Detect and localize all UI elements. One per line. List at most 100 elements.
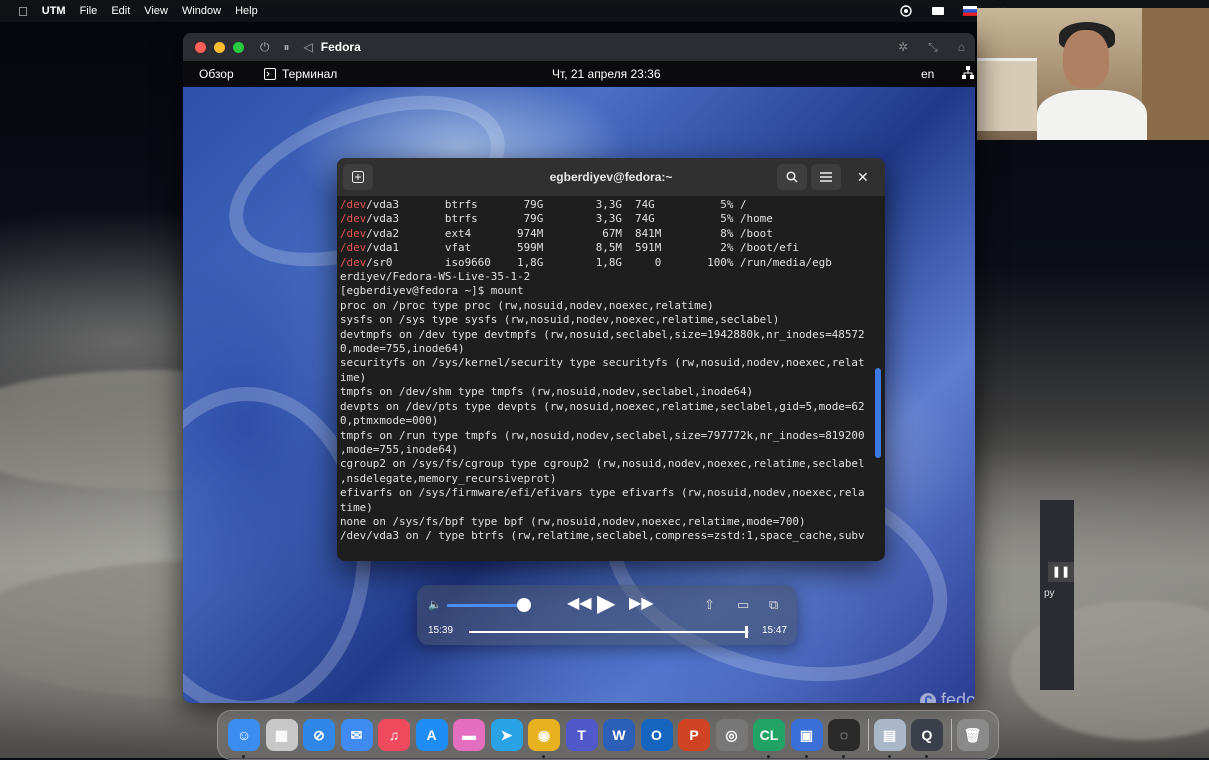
dock-music-icon[interactable]: ♫ (378, 719, 410, 751)
menu-app-name[interactable]: UTM (42, 5, 66, 17)
dock-mail-icon[interactable]: ✉ (340, 719, 373, 751)
elapsed-time: 15:39 (428, 625, 454, 636)
pause-icon[interactable]: ❚❚ (1048, 562, 1074, 582)
terminal-line-text: devtmpfs on /dev type devtmpfs (rw,nosui… (340, 327, 865, 341)
terminal-line-text: /vda3 btrfs 79G 3,3G 74G 5% / (366, 198, 747, 211)
terminal-line-text: sysfs on /sys type sysfs (rw,nosuid,node… (340, 313, 780, 327)
keyboard-layout-flag-icon[interactable] (963, 5, 977, 17)
progress-fill (469, 631, 747, 633)
menu-edit[interactable]: Edit (111, 5, 130, 17)
terminal-line-text: efivarfs on /sys/firmware/efi/efivars ty… (340, 486, 865, 500)
dock-obs-icon[interactable]: ◌ (828, 719, 860, 751)
minimize-window-button[interactable] (214, 41, 225, 53)
webcam-overlay (977, 8, 1209, 140)
play-icon[interactable]: ▶ (597, 589, 615, 618)
close-icon[interactable]: ✕ (857, 169, 869, 186)
terminal-line: none on /sys/fs/bpf type bpf (rw,nosuid,… (340, 515, 870, 529)
terminal-line-text: none on /sys/fs/bpf type bpf (rw,nosuid,… (340, 514, 806, 528)
screen-record-icon[interactable] (931, 5, 945, 17)
fedora-logo-icon (920, 692, 936, 703)
picture-in-picture-icon[interactable]: ⧉ (769, 597, 778, 613)
close-window-button[interactable] (195, 41, 206, 53)
language-indicator[interactable]: en (921, 67, 934, 81)
hamburger-icon (820, 172, 832, 182)
volume-icon[interactable]: 🔈 (428, 598, 442, 611)
dock-finder-icon[interactable]: ☺ (228, 719, 260, 751)
background-window: ❚❚ ру (1040, 500, 1074, 690)
terminal-line-device-prefix: /dev (340, 255, 367, 269)
back-icon[interactable]: ◁ (304, 40, 313, 54)
terminal-line-text: 0,mode=755,inode64) (340, 342, 465, 356)
dock-app-store-icon[interactable]: A (415, 719, 448, 751)
terminal-output[interactable]: /dev/vda3 btrfs 79G 3,3G 74G 5% / /dev/vd… (340, 198, 870, 560)
terminal-line-text: /vda1 vfat 599M 8,5M 591M 2% /boot/efi (366, 241, 799, 255)
display-settings-icon[interactable]: ✲ (898, 40, 908, 54)
volume-knob[interactable] (517, 598, 531, 612)
menu-view[interactable]: View (144, 5, 168, 17)
dock-word-icon[interactable]: W (603, 719, 635, 751)
utm-titlebar[interactable]: ⏻ ⏸ ◁ Fedora ✲ ⤡ ⌂ (183, 33, 975, 61)
terminal-line: devtmpfs on /dev type devtmpfs (rw,nosui… (340, 328, 870, 342)
terminal-line: /dev/sr0 iso9660 1,8G 1,8G 0 100% /run/m… (340, 256, 870, 270)
dock-quicktime-icon[interactable]: Q (911, 719, 943, 751)
menu-window[interactable]: Window (182, 5, 221, 17)
terminal-line: /dev/vda1 vfat 599M 8,5M 591M 2% /boot/e… (340, 241, 870, 255)
terminal-line-text: ,mode=755,inode64) (340, 442, 459, 456)
gnome-top-bar: Обзор Терминал Чт, 21 апреля 23:36 en (183, 61, 975, 87)
terminal-line-text: 0,ptmxmode=000) (340, 414, 439, 428)
drive-icon[interactable]: ⌂ (958, 40, 965, 54)
dock-teams-icon[interactable]: T (565, 719, 598, 751)
clock[interactable]: Чт, 21 апреля 23:36 (552, 67, 661, 81)
dock-chrome-icon[interactable]: ◉ (528, 719, 560, 751)
dock-trash-icon[interactable]: 🗑 (956, 719, 989, 751)
fast-forward-icon[interactable]: ▶▶ (629, 593, 654, 613)
network-icon[interactable] (962, 66, 974, 80)
status-control-icon[interactable] (899, 5, 913, 17)
scrollbar-thumb[interactable] (875, 368, 881, 458)
progress-knob[interactable] (745, 626, 749, 638)
dock-telegram-icon[interactable]: ➤ (490, 719, 523, 751)
menu-help[interactable]: Help (235, 5, 258, 17)
terminal-line-text: /sr0 iso9660 1,8G 1,8G 0 100% /run/media… (366, 255, 832, 269)
app-menu[interactable]: Терминал (264, 67, 337, 81)
terminal-line: ,mode=755,inode64) (340, 443, 870, 457)
zoom-window-button[interactable] (233, 41, 244, 53)
pause-vm-icon[interactable]: ⏸ (284, 40, 290, 55)
terminal-line: proc on /proc type proc (rw,nosuid,nodev… (340, 299, 870, 313)
dock-launchpad-icon[interactable]: ▦ (265, 719, 298, 751)
dock-preview-icon[interactable]: ▤ (873, 719, 906, 751)
playback-progress[interactable] (469, 626, 749, 638)
resize-icon[interactable]: ⤡ (928, 40, 938, 55)
terminal-line: securityfs on /sys/kernel/security type … (340, 356, 870, 370)
activities-button[interactable]: Обзор (199, 67, 234, 81)
dock-utm-icon[interactable]: ▣ (790, 719, 823, 751)
volume-slider[interactable] (447, 604, 521, 607)
dock-outlook-icon[interactable]: O (640, 719, 673, 751)
airplay-icon[interactable]: ▭ (737, 597, 749, 613)
terminal-header[interactable]: egberdiyev@fedora:~ ✕ (337, 158, 885, 196)
dock-powerpoint-icon[interactable]: P (678, 719, 710, 751)
apple-icon[interactable]:  (18, 4, 28, 19)
terminal-line-text: ,nsdelegate,memory_recursiveprot) (340, 471, 557, 485)
terminal-line: time) (340, 501, 870, 515)
terminal-line: [egberdiyev@fedora ~]$ mount (340, 284, 870, 298)
search-button[interactable] (777, 164, 807, 190)
dock-clion-icon[interactable]: CL (753, 719, 785, 751)
menu-button[interactable] (811, 164, 841, 190)
terminal-line: devpts on /dev/pts type devpts (rw,nosui… (340, 400, 870, 414)
terminal-line: sysfs on /sys type sysfs (rw,nosuid,node… (340, 313, 870, 327)
power-icon[interactable]: ⏻ (260, 40, 270, 55)
dock-dvd-player-icon[interactable]: ◎ (715, 719, 748, 751)
dock: ☺ ▦ ⊘ ✉ ♫ A ▬ ➤ ◉ T W O P ◎ CL ▣ ◌ ▤ Q 🗑 (217, 710, 999, 760)
terminal-app-icon (264, 68, 276, 80)
terminal-line: 0,mode=755,inode64) (340, 342, 870, 356)
share-icon[interactable]: ⇧ (704, 597, 715, 613)
terminal-window: egberdiyev@fedora:~ ✕ /dev/vda3 btrfs 79… (337, 158, 885, 561)
terminal-line: tmpfs on /run type tmpfs (rw,nosuid,node… (340, 429, 870, 443)
dock-flow-icon[interactable]: ▬ (453, 719, 485, 751)
fedora-logo: fedora (919, 690, 975, 703)
terminal-scrollbar[interactable] (875, 198, 881, 560)
rewind-icon[interactable]: ◀◀ (567, 593, 592, 613)
menu-file[interactable]: File (80, 5, 98, 17)
dock-safari-icon[interactable]: ⊘ (303, 719, 335, 751)
